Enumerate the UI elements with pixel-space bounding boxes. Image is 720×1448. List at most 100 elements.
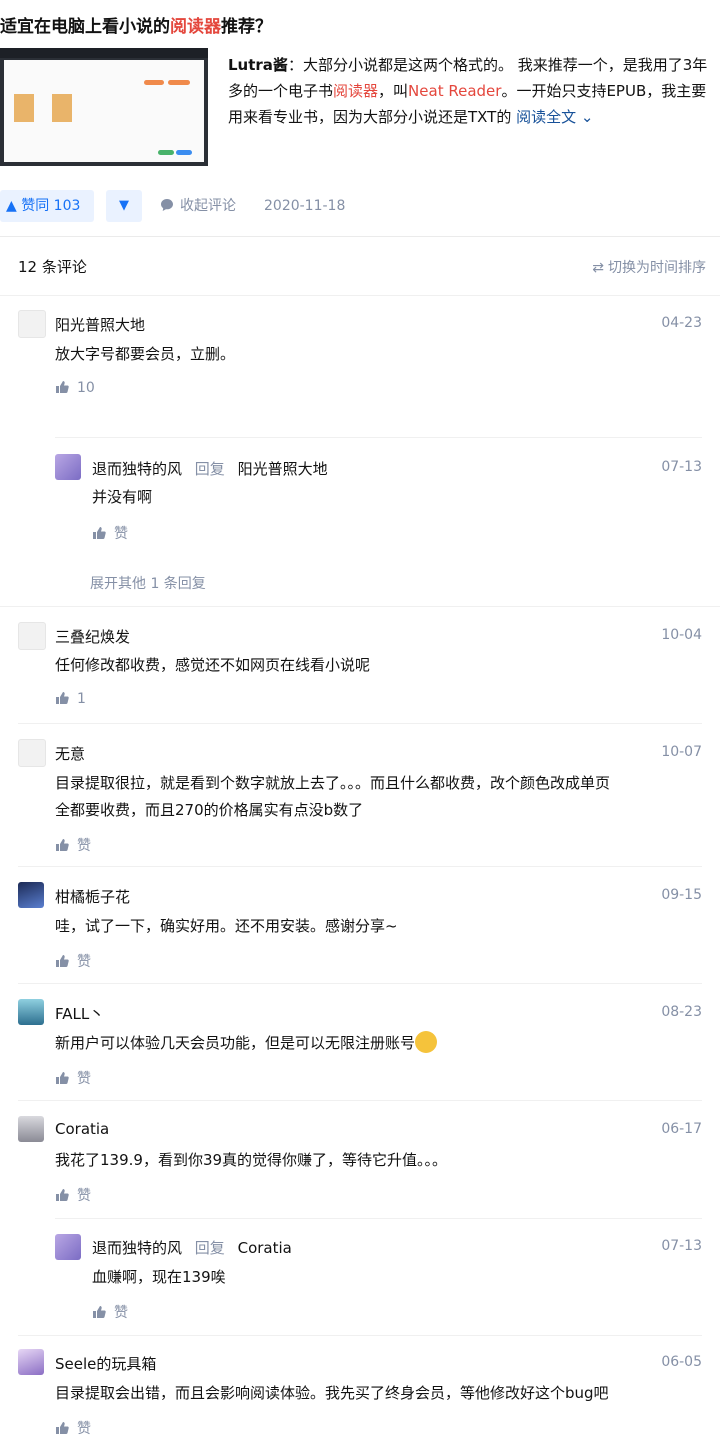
comment-time: 04-23 [661, 315, 702, 331]
like-count: 赞 [77, 1421, 91, 1437]
reply-label: 回复 [194, 460, 225, 478]
comment-text: 并没有啊 [92, 488, 153, 506]
like-button[interactable]: 赞 [55, 1185, 91, 1205]
like-count: 10 [77, 380, 95, 396]
avatar[interactable] [18, 882, 44, 908]
like-button[interactable]: 赞 [55, 835, 91, 855]
sort-label: 切换为时间排序 [608, 260, 706, 276]
like-count: 赞 [114, 1305, 128, 1321]
reply-label: 回复 [194, 1239, 225, 1257]
thumbnail-pill [144, 80, 164, 85]
reply-target[interactable]: Coratia [238, 1239, 292, 1257]
avatar[interactable] [18, 1349, 44, 1375]
comment-author[interactable]: Coratia [55, 1120, 109, 1138]
answer-date: 2020-11-18 [264, 198, 346, 214]
comment-time: 09-15 [661, 887, 702, 903]
sort-toggle-button[interactable]: ⇄ 切换为时间排序 [592, 257, 706, 277]
like-button[interactable]: 1 [55, 691, 86, 707]
divider [18, 983, 702, 984]
comments-header: 12 条评论 ⇄ 切换为时间排序 [0, 237, 720, 296]
comment-author[interactable]: 阳光普照大地 [55, 314, 145, 335]
avatar[interactable] [18, 622, 46, 650]
comment-author[interactable]: 退而独特的风 [92, 1239, 182, 1257]
excerpt-text: 多的一个电子书 [228, 82, 334, 100]
comment-author[interactable]: FALL丶 [55, 1003, 104, 1024]
like-button[interactable]: 10 [55, 380, 95, 396]
thumbnail-page [4, 60, 204, 162]
thumbnail-pill [168, 80, 190, 85]
excerpt-text: 用来看专业书，因为大部分小说还是TXT的 [228, 108, 512, 126]
like-button[interactable]: 赞 [55, 1068, 91, 1088]
laughing-emoji-icon [415, 1031, 438, 1053]
comment-author[interactable]: 退而独特的风 [92, 460, 182, 478]
thumbnail-pill [176, 150, 192, 155]
comment-time: 10-04 [661, 627, 702, 643]
excerpt-line-3: 用来看专业书，因为大部分小说还是TXT的 阅读全文 ⌄ [228, 104, 720, 130]
divider [18, 866, 702, 867]
comment-time: 06-17 [661, 1121, 702, 1137]
avatar[interactable] [18, 739, 46, 767]
avatar[interactable] [18, 1116, 44, 1142]
like-button[interactable]: 赞 [92, 523, 128, 543]
comment-text-continued: 全都要收费，而且270的价格属实有点没b数了 [55, 801, 364, 819]
swap-icon: ⇄ [592, 260, 604, 276]
collapse-comments-button[interactable]: 收起评论 [160, 190, 236, 222]
comment-time: 07-13 [661, 459, 702, 475]
excerpt-text: ：大部分小说都是这两个格式的。 我来推荐一个，是我用了3年 [287, 56, 708, 74]
like-count: 赞 [114, 526, 128, 542]
thumbnail-window-bar [0, 48, 208, 58]
comment-text: 血赚啊，现在139唉 [92, 1268, 226, 1286]
comment-text: 目录提取很拉，就是看到个数字就放上去了。。。而且什么都收费，改个颜色改成单页 [55, 774, 611, 792]
avatar[interactable] [18, 999, 44, 1025]
like-count: 赞 [77, 1071, 91, 1087]
excerpt-line-1: Lutra酱：大部分小说都是这两个格式的。 我来推荐一个，是我用了3年 [228, 52, 720, 78]
avatar[interactable] [55, 1234, 81, 1260]
comment-icon [161, 199, 173, 211]
answer-thumbnail[interactable] [0, 48, 208, 166]
like-count: 赞 [77, 1188, 91, 1204]
avatar[interactable] [55, 454, 81, 480]
divider [18, 1100, 702, 1101]
like-button[interactable]: 赞 [92, 1302, 128, 1322]
divider [55, 1218, 702, 1219]
thumbs-up-icon [56, 692, 69, 704]
excerpt-keyword[interactable]: 阅读器 [333, 82, 378, 100]
divider [18, 723, 702, 724]
comment-text: 新用户可以体验几天会员功能，但是可以无限注册账号 [55, 1034, 416, 1052]
divider [18, 1335, 702, 1336]
comment-author[interactable]: 柑橘栀子花 [55, 886, 130, 907]
comment-time: 08-23 [661, 1004, 702, 1020]
like-count: 1 [77, 691, 86, 707]
thumbnail-book [14, 94, 34, 122]
comment-author[interactable]: 无意 [55, 743, 85, 764]
comment-author[interactable]: 三叠纪焕发 [55, 626, 130, 647]
title-highlight: 阅读器 [170, 17, 221, 37]
comment-text: 任何修改都收费，感觉还不如网页在线看小说呢 [55, 656, 371, 674]
thumbs-up-icon [56, 1422, 69, 1434]
like-button[interactable]: 赞 [55, 951, 91, 971]
thumbs-up-icon [93, 527, 106, 539]
thumbs-up-icon [56, 381, 69, 393]
answer-author[interactable]: Lutra酱 [228, 56, 288, 74]
title-prefix: 适宜在电脑上看小说的 [0, 17, 170, 37]
downvote-button[interactable]: ▼ [106, 190, 142, 222]
answer-excerpt[interactable]: Lutra酱：大部分小说都是这两个格式的。 我来推荐一个，是我用了3年 多的一个… [228, 52, 720, 130]
comment-text: 目录提取会出错，而且会影响阅读体验。我先买了终身会员，等他修改好这个bug吧 [55, 1384, 609, 1402]
avatar[interactable] [18, 310, 46, 338]
divider [0, 606, 720, 607]
read-more-link[interactable]: 阅读全文 ⌄ [516, 108, 593, 126]
title-suffix: 推荐？ [221, 17, 272, 37]
thumbs-up-icon [56, 955, 69, 967]
comment-author[interactable]: Seele的玩具箱 [55, 1353, 156, 1374]
upvote-button[interactable]: ▲ 赞同 103 [0, 190, 95, 222]
reply-target[interactable]: 阳光普照大地 [238, 460, 328, 478]
like-button[interactable]: 赞 [55, 1418, 91, 1438]
thumbs-up-icon [56, 839, 69, 851]
comment-count: 12 条评论 [18, 258, 87, 276]
excerpt-keyword[interactable]: Neat Reader [408, 82, 501, 100]
question-title[interactable]: 适宜在电脑上看小说的阅读器推荐？ [0, 12, 272, 37]
expand-replies-link[interactable]: 展开其他 1 条回复 [90, 573, 206, 593]
comment-time: 10-07 [661, 744, 702, 760]
comment-text: 哇，试了一下，确实好用。还不用安装。感谢分享~ [55, 917, 398, 935]
divider [55, 437, 702, 438]
